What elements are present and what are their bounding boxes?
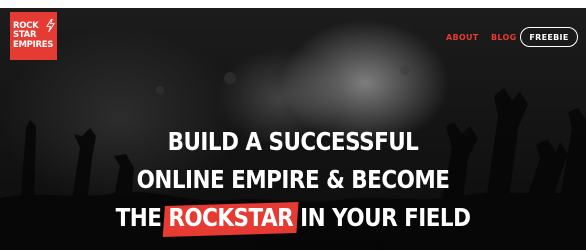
logo-text-empires: EMPIRES bbox=[13, 39, 54, 50]
brand-logo[interactable]: ROCK STAR EMPIRES bbox=[10, 12, 57, 60]
freebie-button[interactable]: FREEBIE bbox=[520, 27, 578, 47]
lightning-bolt-icon bbox=[46, 19, 55, 32]
headline-line-2: ONLINE EMPIRE & BECOME bbox=[136, 165, 450, 194]
nav-link-blog[interactable]: BLOG bbox=[491, 27, 516, 47]
page: ROCK STAR EMPIRES ABOUT BLOG FREEBIE BUI… bbox=[0, 0, 586, 250]
nav-link-about[interactable]: ABOUT bbox=[446, 27, 479, 47]
headline-line-3: THE ROCKSTAR IN YOUR FIELD bbox=[41, 199, 545, 237]
highlight-text: ROCKSTAR bbox=[168, 203, 294, 232]
rockstar-highlight: ROCKSTAR bbox=[168, 199, 293, 237]
headline-text-in-your-field: IN YOUR FIELD bbox=[300, 203, 471, 232]
headline-text-the: THE bbox=[115, 203, 162, 232]
hero-headline: BUILD A SUCCESSFUL ONLINE EMPIRE & BECOM… bbox=[41, 123, 545, 237]
hero-section: ROCK STAR EMPIRES ABOUT BLOG FREEBIE BUI… bbox=[0, 8, 586, 250]
headline-line-1: BUILD A SUCCESSFUL bbox=[167, 127, 419, 156]
